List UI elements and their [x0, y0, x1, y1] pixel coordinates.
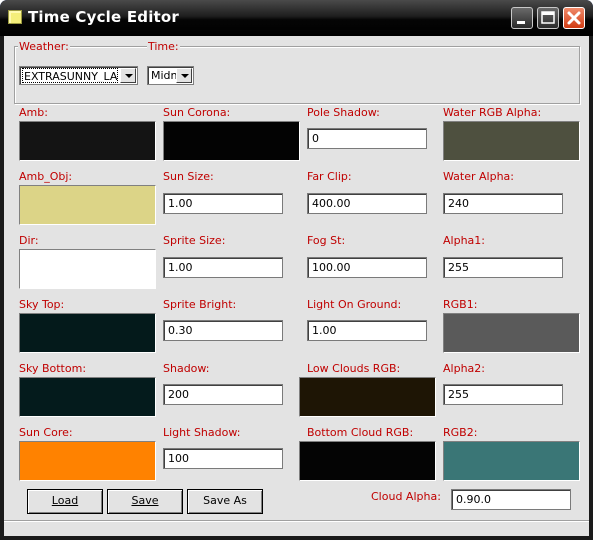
rgb2-color-swatch[interactable]	[443, 441, 580, 481]
sun-size-label: Sun Size:	[163, 170, 214, 183]
weather-selected-value: EXTRASUNNY_LA	[22, 68, 118, 83]
status-bar	[4, 520, 589, 536]
dir-color-swatch[interactable]	[19, 249, 156, 289]
time-label: Time:	[147, 40, 180, 53]
weather-label: Weather:	[18, 40, 70, 53]
pole-shadow-input[interactable]: 0	[307, 128, 427, 149]
fog-st-label: Fog St:	[307, 234, 346, 247]
time-dropdown[interactable]: Midn	[147, 66, 194, 85]
amb-color-swatch[interactable]	[19, 121, 156, 161]
save-as-button-label: Save As	[203, 494, 247, 507]
chevron-down-icon[interactable]	[120, 68, 136, 83]
window-frame-bottom	[0, 536, 593, 540]
time-selected-value: Midn	[151, 69, 176, 82]
sun-corona-color-swatch[interactable]	[163, 121, 300, 161]
cloud-alpha-input[interactable]: 0.90.0	[451, 489, 571, 510]
sky-top-color-swatch[interactable]	[19, 313, 156, 353]
water-rgb-alpha-label: Water RGB Alpha:	[443, 106, 542, 119]
save-button[interactable]: Save	[107, 489, 183, 514]
maximize-button[interactable]	[537, 7, 559, 29]
amb-obj-color-swatch[interactable]	[19, 185, 156, 225]
window-title: Time Cycle Editor	[28, 8, 180, 26]
light-on-ground-label: Light On Ground:	[307, 298, 402, 311]
load-button-label: Load	[51, 494, 79, 507]
alpha1-label: Alpha1:	[443, 234, 485, 247]
save-as-button[interactable]: Save As	[187, 489, 263, 514]
sky-bottom-color-swatch[interactable]	[19, 377, 156, 417]
water-rgb-alpha-color-swatch[interactable]	[443, 121, 580, 161]
window-frame-right	[589, 36, 593, 540]
sky-top-label: Sky Top:	[19, 298, 65, 311]
alpha1-input[interactable]: 255	[443, 257, 563, 278]
sun-core-label: Sun Core:	[19, 426, 73, 439]
minimize-button[interactable]	[511, 7, 533, 29]
light-shadow-input[interactable]: 100	[163, 448, 283, 469]
bottom-cloud-rgb-label: Bottom Cloud RGB:	[307, 426, 414, 439]
cloud-alpha-label: Cloud Alpha:	[371, 490, 441, 503]
water-alpha-input[interactable]: 240	[443, 193, 563, 214]
alpha2-input[interactable]: 255	[443, 384, 563, 405]
save-button-label: Save	[131, 494, 159, 507]
alpha2-label: Alpha2:	[443, 362, 485, 375]
sun-size-input[interactable]: 1.00	[163, 193, 283, 214]
low-clouds-rgb-label: Low Clouds RGB:	[307, 362, 401, 375]
sprite-bright-label: Sprite Bright:	[163, 298, 237, 311]
sprite-size-input[interactable]: 1.00	[163, 257, 283, 278]
water-alpha-label: Water Alpha:	[443, 170, 514, 183]
shadow-input[interactable]: 200	[163, 384, 283, 405]
light-shadow-label: Light Shadow:	[163, 426, 241, 439]
close-icon	[567, 11, 581, 25]
dir-label: Dir:	[19, 234, 39, 247]
sky-bottom-label: Sky Bottom:	[19, 362, 87, 375]
rgb2-label: RGB2:	[443, 426, 478, 439]
minimize-icon	[517, 21, 525, 24]
sprite-bright-input[interactable]: 0.30	[163, 320, 283, 341]
amb-label: Amb:	[19, 106, 48, 119]
sprite-size-label: Sprite Size:	[163, 234, 226, 247]
sun-corona-label: Sun Corona:	[163, 106, 231, 119]
close-button[interactable]	[563, 7, 585, 29]
rgb1-color-swatch[interactable]	[443, 313, 580, 353]
app-icon	[8, 10, 22, 24]
low-clouds-rgb-color-swatch[interactable]	[299, 377, 436, 417]
weather-dropdown[interactable]: EXTRASUNNY_LA	[19, 66, 138, 85]
sun-core-color-swatch[interactable]	[19, 441, 156, 481]
app-window: Time Cycle Editor Weather: Time: EXTRASU…	[0, 0, 593, 540]
rgb1-label: RGB1:	[443, 298, 478, 311]
pole-shadow-label: Pole Shadow:	[307, 106, 380, 119]
maximize-icon	[541, 11, 555, 24]
amb-obj-label: Amb_Obj:	[19, 170, 73, 183]
title-bar[interactable]: Time Cycle Editor	[0, 0, 593, 36]
far-clip-label: Far Clip:	[307, 170, 352, 183]
bottom-cloud-rgb-color-swatch[interactable]	[299, 441, 436, 481]
far-clip-input[interactable]: 400.00	[307, 193, 427, 214]
fog-st-input[interactable]: 100.00	[307, 257, 427, 278]
light-on-ground-input[interactable]: 1.00	[307, 320, 427, 341]
shadow-label: Shadow:	[163, 362, 210, 375]
load-button[interactable]: Load	[27, 489, 103, 514]
chevron-down-icon[interactable]	[176, 68, 192, 83]
